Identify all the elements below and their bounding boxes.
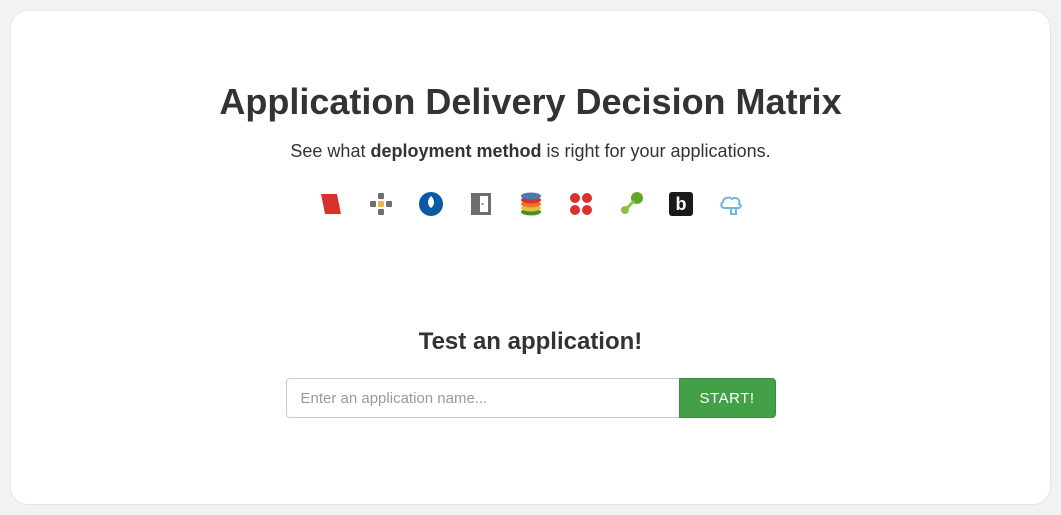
flame-circle-icon	[417, 190, 445, 218]
green-dots-icon	[617, 190, 645, 218]
door-icon	[467, 190, 495, 218]
page-title: Application Delivery Decision Matrix	[219, 81, 841, 123]
cloud-icon	[717, 190, 745, 218]
subtitle-prefix: See what	[290, 141, 370, 161]
four-dots-icon	[567, 190, 595, 218]
main-panel: Application Delivery Decision Matrix See…	[10, 10, 1051, 505]
svg-text:b: b	[675, 194, 686, 214]
letter-b-icon: b	[667, 190, 695, 218]
plus-icon	[367, 190, 395, 218]
deployment-icons-row: b	[317, 190, 745, 218]
layers-icon	[517, 190, 545, 218]
subtitle-bold: deployment method	[370, 141, 541, 161]
start-button[interactable]: START!	[679, 378, 776, 418]
thinapp-icon	[317, 190, 345, 218]
subtitle-suffix: is right for your applications.	[541, 141, 770, 161]
test-heading: Test an application!	[419, 328, 643, 356]
test-input-group: START!	[286, 378, 776, 418]
page-subtitle: See what deployment method is right for …	[290, 141, 770, 162]
application-name-input[interactable]	[286, 378, 679, 418]
